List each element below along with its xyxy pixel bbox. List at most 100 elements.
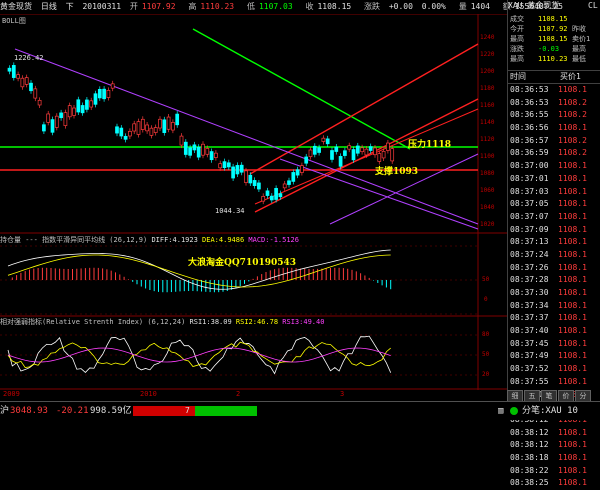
- candle-body: [162, 119, 167, 133]
- candle-body: [287, 180, 291, 185]
- candle-body: [304, 156, 309, 164]
- candle-body: [16, 74, 20, 79]
- candle-body: [317, 147, 321, 153]
- tick-row[interactable]: 08:37:05 1108.1: [510, 198, 600, 211]
- tick-row[interactable]: 08:38:121108.1: [510, 427, 600, 440]
- rsi-tick-20: 20: [482, 371, 490, 378]
- downtrend-green: [192, 28, 411, 150]
- candle-body: [248, 174, 253, 184]
- tick-row[interactable]: 08:37:28 1108.1: [510, 274, 600, 287]
- resistance-annotation: 压力1118: [408, 140, 452, 150]
- rsi-tick-50: 50: [482, 351, 490, 358]
- tick-row[interactable]: 08:38:25 1108.1: [510, 477, 600, 490]
- tick-row[interactable]: 08:37:01 1108.1: [510, 173, 600, 186]
- candle-body: [85, 99, 89, 110]
- candle-body: [282, 183, 287, 189]
- mini-chart-icon[interactable]: ▥: [498, 402, 503, 420]
- high-marker-label: 1226.42: [14, 54, 44, 62]
- candle-body: [93, 93, 98, 105]
- tick-row[interactable]: 08:37:09 1108.1: [510, 224, 600, 237]
- candle-body: [188, 147, 192, 156]
- rsi-tick-80: 80: [482, 331, 490, 338]
- candle-body: [364, 148, 369, 156]
- tick-row[interactable]: 08:37:52 1108.1: [510, 363, 600, 376]
- candle-body: [29, 82, 33, 92]
- quote-row: 最高 1108.15 卖价1: [510, 35, 591, 43]
- tick-row[interactable]: 08:37:24 1108.1: [510, 249, 600, 262]
- tick-row[interactable]: 08:37:07 1108.1: [510, 211, 600, 224]
- candle-body: [209, 151, 214, 161]
- ticks-table-header: 时间 买价1: [508, 70, 600, 84]
- candle-body: [218, 163, 223, 169]
- channel-red-upper: [249, 43, 479, 175]
- candle-body: [381, 151, 386, 159]
- kline-chart[interactable]: [0, 14, 507, 390]
- tick-row[interactable]: 08:37:26 1108.1: [510, 262, 600, 275]
- candle-body: [231, 166, 235, 179]
- candle-body: [89, 100, 94, 108]
- tick-row[interactable]: 08:37:03 1108.1: [510, 186, 600, 199]
- candlesticks: [7, 62, 395, 205]
- header-open: 开 1107.92: [129, 2, 176, 11]
- candle-body: [37, 99, 42, 106]
- index-change: -20.21: [56, 406, 89, 416]
- tick-row[interactable]: 08:36:53 1108.2: [510, 97, 600, 110]
- macd-tick-50: 50: [482, 276, 490, 283]
- candle-body: [132, 123, 137, 132]
- candle-body: [123, 135, 128, 140]
- macd-title: 持仓量 --- 指数平滑异同平均线: [0, 236, 106, 244]
- col-bid: 买价1: [560, 72, 581, 81]
- candle-body: [368, 146, 373, 151]
- tick-row[interactable]: 08:37:30 1108.1: [510, 287, 600, 300]
- price-tick-label: 1200: [480, 68, 495, 75]
- candle-body: [20, 77, 25, 88]
- candle-body: [179, 135, 184, 146]
- candle-body: [33, 88, 38, 99]
- tick-row[interactable]: 08:36:56 1108.1: [510, 122, 600, 135]
- candle-body: [158, 118, 162, 129]
- tick-row[interactable]: 08:37:55 1108.1: [510, 376, 600, 389]
- rsi-title-bar: 相对强弱指标(Relative Strenth Index) (6,12,24)…: [0, 317, 507, 328]
- ticker-bar: XAU 黄金现货 CL: [508, 0, 600, 12]
- ticks-table[interactable]: 08:36:53 1108.1 08:36:53 1108.2 08:36:55 1108…: [510, 84, 600, 490]
- tick-row[interactable]: 08:36:55 1108.2: [510, 109, 600, 122]
- header-volume: 量 1404: [458, 2, 490, 11]
- tick-row[interactable]: 08:38:18 1108.1: [510, 452, 600, 465]
- tick-row[interactable]: 08:36:57 1108.2: [510, 135, 600, 148]
- tick-row[interactable]: 08:37:37 1108.1: [510, 312, 600, 325]
- price-tick-label: 1180: [480, 85, 495, 92]
- tick-row[interactable]: 08:37:40 1108.1: [510, 325, 600, 338]
- candle-body: [140, 118, 145, 130]
- candle-body: [7, 67, 12, 72]
- price-tick-label: 1140: [480, 119, 495, 126]
- tick-row[interactable]: 08:37:13 1108.1: [510, 236, 600, 249]
- low-marker-label: 1044.34: [215, 207, 245, 215]
- tick-row[interactable]: 08:37:49 1108.1: [510, 350, 600, 363]
- tick-row[interactable]: 08:37:34 1108.1: [510, 300, 600, 313]
- candle-body: [128, 131, 132, 137]
- header-period[interactable]: 日线: [41, 2, 57, 11]
- tick-row[interactable]: 08:36:53 1108.1: [510, 84, 600, 97]
- candle-body: [115, 126, 119, 134]
- quote-summary: 成交 1108.15 今开 1107.92 昨收 最高 1108.15 卖价1 涨跌 -0.…: [510, 14, 598, 64]
- candle-body: [54, 115, 59, 128]
- candle-body: [42, 124, 46, 132]
- bottom-right-text: 分笔:XAU 10: [522, 406, 578, 416]
- tick-row[interactable]: 08:37:45 1108.1: [510, 338, 600, 351]
- header-low: 低 1107.03: [246, 2, 293, 11]
- tick-row[interactable]: 08:37:00 1108.1: [510, 160, 600, 173]
- candle-body: [360, 147, 364, 153]
- candle-body: [222, 161, 227, 169]
- candle-body: [145, 124, 149, 132]
- candle-body: [244, 170, 248, 183]
- macd-params: (26,12,9): [109, 236, 148, 244]
- candle-body: [261, 196, 266, 202]
- candle-body: [106, 89, 111, 98]
- ticker-name: XAU 黄金现货: [508, 1, 560, 10]
- main-panel-label: BOLL图: [2, 17, 26, 25]
- quote-row: 涨跌 -0.03 最高: [510, 45, 586, 53]
- candle-body: [50, 119, 55, 133]
- tick-row[interactable]: 08:38:22 1108.1: [510, 465, 600, 478]
- tick-row[interactable]: 08:36:59 1108.2: [510, 147, 600, 160]
- tick-row[interactable]: 08:38:121108.1: [510, 439, 600, 452]
